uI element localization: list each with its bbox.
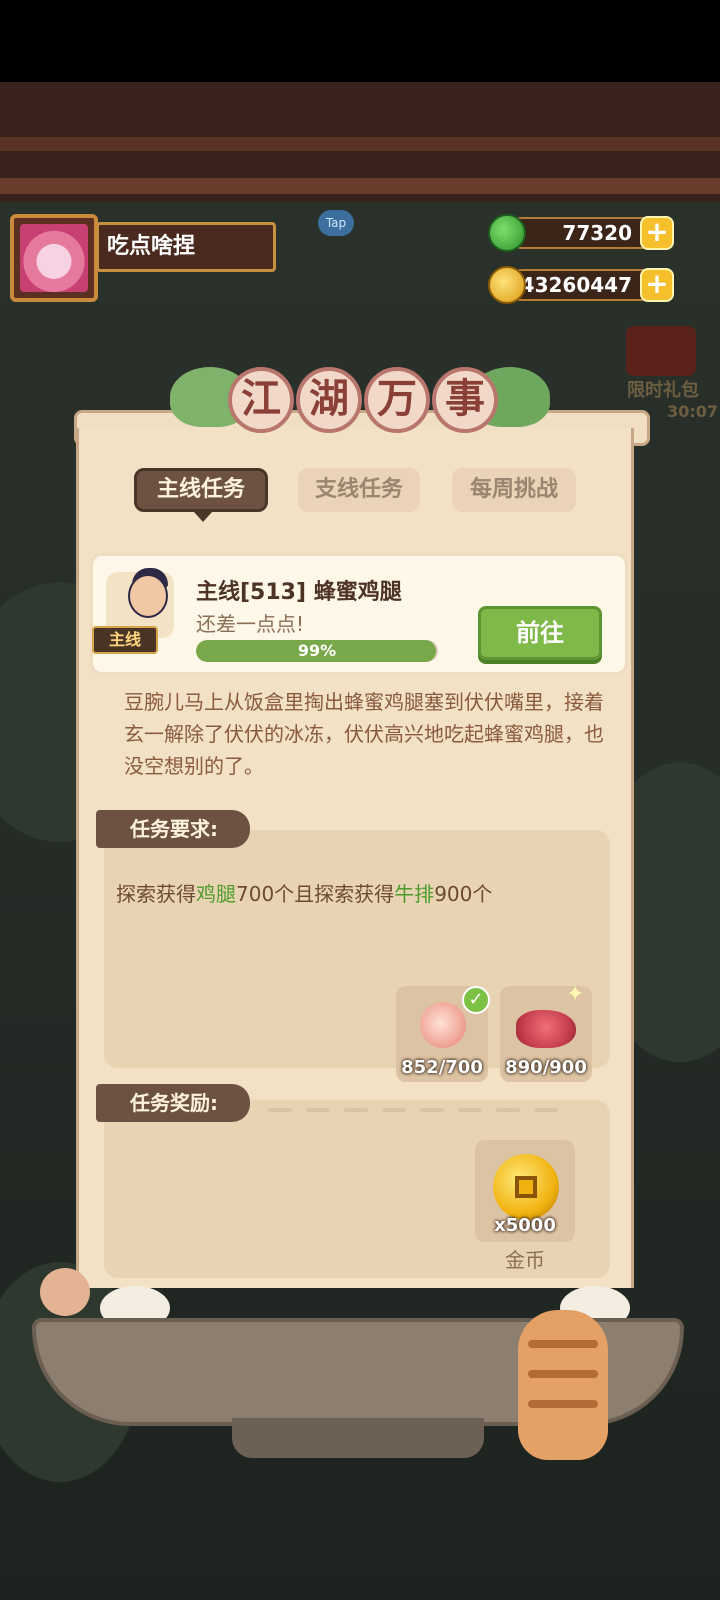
title-char: 事 xyxy=(432,367,498,433)
coin-currency: 43260447 + xyxy=(488,266,688,304)
checkmark-icon: ✓ xyxy=(462,986,490,1014)
title-char: 湖 xyxy=(296,367,362,433)
reward-slot-gold[interactable]: x5000 xyxy=(475,1140,575,1242)
main-quest-badge: 主线 xyxy=(92,626,158,654)
title-char: 万 xyxy=(364,367,430,433)
go-button[interactable]: 前往 xyxy=(478,606,602,660)
quest-progress-bar: 99% xyxy=(196,640,438,662)
jade-icon xyxy=(488,214,526,252)
divider xyxy=(534,1108,558,1112)
item-name-steak: 牛排 xyxy=(394,882,435,906)
avatar xyxy=(20,224,88,292)
quest-title: 主线[513] 蜂蜜鸡腿 xyxy=(196,580,402,605)
requirement-text: 探索获得鸡腿700个且探索获得牛排900个 xyxy=(116,882,493,906)
divider xyxy=(458,1108,482,1112)
item-count: 852/700 xyxy=(401,1057,483,1078)
player-name[interactable]: 吃点啥捏 xyxy=(96,222,276,272)
tab-weekly-challenge[interactable]: 每周挑战 xyxy=(452,468,576,512)
bowl-base-decoration xyxy=(232,1418,484,1458)
tab-pointer xyxy=(194,512,212,522)
roof-beams xyxy=(0,82,720,202)
divider xyxy=(268,1108,292,1112)
status-bar-area xyxy=(0,0,720,82)
tap-hint[interactable]: Tap xyxy=(318,210,354,236)
coin-icon xyxy=(488,266,526,304)
dumpling-skewer-decoration xyxy=(40,1268,90,1316)
gift-box-icon xyxy=(626,326,696,376)
quest-subtitle: 还差一点点! xyxy=(196,612,305,636)
divider xyxy=(496,1108,520,1112)
panel-title: 江 湖 万 事 xyxy=(170,355,550,451)
item-name-drumstick: 鸡腿 xyxy=(196,882,236,906)
divider xyxy=(344,1108,368,1112)
tab-side-quest[interactable]: 支线任务 xyxy=(298,468,420,512)
add-coin-button[interactable]: + xyxy=(640,268,674,302)
tab-main-quest[interactable]: 主线任务 xyxy=(134,468,268,512)
gold-coin-icon xyxy=(493,1154,559,1220)
sparkle-icon: ✦ xyxy=(566,982,585,1007)
cat-mascot xyxy=(500,1300,630,1470)
requirements-label: 任务要求: xyxy=(96,810,250,848)
divider xyxy=(420,1108,444,1112)
add-jade-button[interactable]: + xyxy=(640,216,674,250)
rewards-label: 任务奖励: xyxy=(96,1084,250,1122)
divider xyxy=(382,1108,406,1112)
reward-name: 金币 xyxy=(505,1248,545,1272)
progress-text: 99% xyxy=(297,641,337,660)
player-avatar-frame[interactable] xyxy=(10,214,98,302)
steak-icon xyxy=(516,1010,576,1048)
divider xyxy=(306,1108,330,1112)
title-char: 江 xyxy=(228,367,294,433)
quest-description: 豆腕儿马上从饭盒里掏出蜂蜜鸡腿塞到伏伏嘴里，接着玄一解除了伏伏的冰冻，伏伏高兴地… xyxy=(124,690,604,778)
item-count: 890/900 xyxy=(505,1057,587,1078)
jade-currency: 77320 + xyxy=(488,214,688,252)
reward-count: x5000 xyxy=(494,1215,556,1236)
gift-label: 限时礼包 xyxy=(627,380,699,401)
drumstick-icon xyxy=(420,1002,466,1048)
